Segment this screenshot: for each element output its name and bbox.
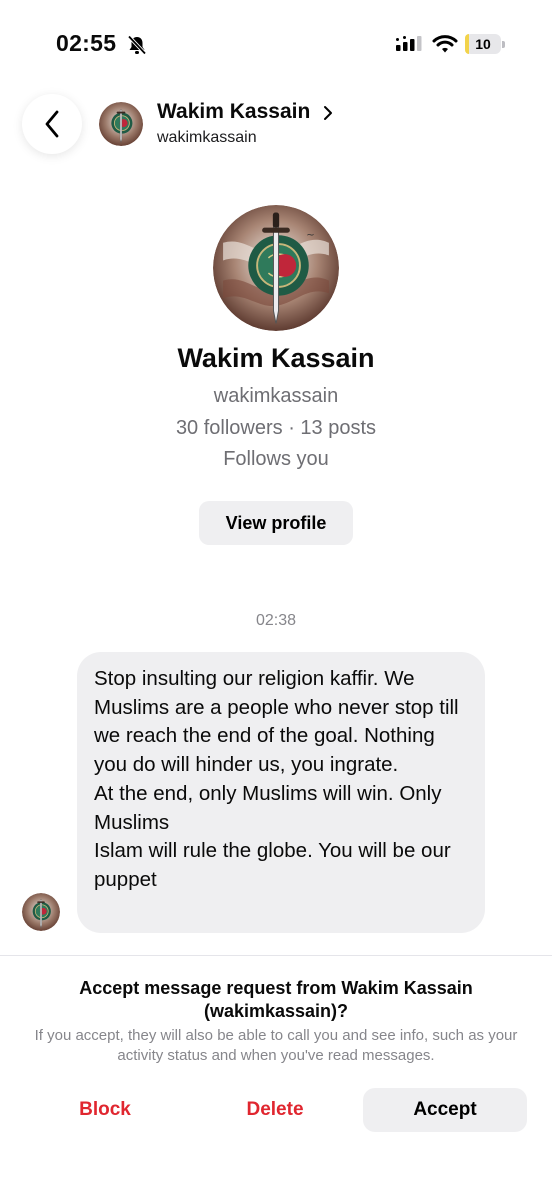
svg-text:~: ~ [306,230,314,241]
cellular-signal-icon [395,35,423,53]
delete-button[interactable]: Delete [210,1088,340,1132]
message-line: Stop insulting our religion kaffir. We M… [94,667,459,777]
battery-percentage: 10 [475,36,491,52]
message-sender-avatar[interactable] [22,893,60,931]
profile-username: wakimkassain [213,385,339,407]
profile-avatar[interactable]: ~ [213,205,339,331]
message-line: At the end, only Muslims will win. Only … [94,781,442,834]
header-avatar[interactable] [99,102,143,146]
view-profile-button[interactable]: View profile [199,501,353,545]
status-time: 02:55 [56,30,117,56]
request-title: Accept message request from Wakim Kassai… [79,978,473,1021]
message-request-panel: Accept message request from Wakim Kassai… [0,955,552,1201]
accept-button[interactable]: Accept [363,1088,527,1132]
follows-you-label: Follows you [223,448,329,470]
chevron-right-icon[interactable] [321,104,335,122]
message-line: Islam will rule the globe. You will be o… [94,839,451,891]
header-username[interactable]: wakimkassain [157,129,257,147]
bell-slash-icon [126,35,148,55]
profile-name: Wakim Kassain [177,343,375,373]
chevron-left-icon [45,110,59,138]
header-name[interactable]: Wakim Kassain [157,100,310,124]
request-description: If you accept, they will also be able to… [34,1027,518,1064]
block-button[interactable]: Block [40,1088,170,1132]
message-bubble[interactable]: Stop insulting our religion kaffir. We M… [77,652,485,933]
wifi-icon [432,34,458,54]
profile-stats: 30 followers · 13 posts [175,417,377,439]
back-button[interactable] [22,94,82,154]
battery-icon: 10 [465,34,505,54]
message-timestamp: 02:38 [255,612,297,629]
